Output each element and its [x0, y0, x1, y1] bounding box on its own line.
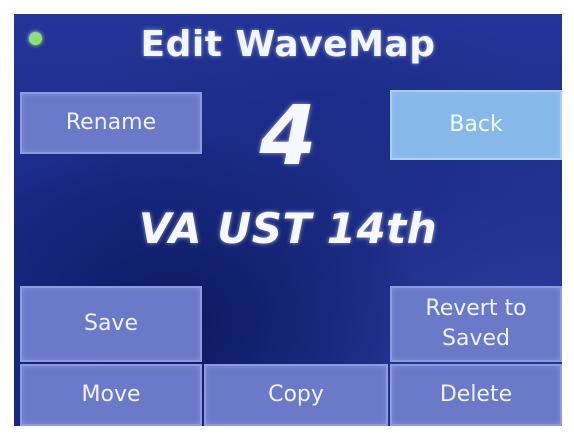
delete-button-label: Delete — [439, 382, 513, 407]
revert-button-label: Revert to Saved — [425, 296, 527, 351]
save-button[interactable]: Save — [20, 286, 202, 362]
copy-button-label: Copy — [268, 382, 324, 407]
wavemap-name: VA UST 14th — [138, 204, 438, 253]
touch-screen: Edit WaveMap Rename 4 Back VA UST 14th S… — [14, 14, 562, 426]
back-button-label: Back — [449, 112, 503, 137]
rename-button-label: Rename — [65, 110, 157, 135]
wavemap-number: 4 — [259, 89, 317, 184]
save-button-label: Save — [83, 311, 138, 336]
device-bezel: Edit WaveMap Rename 4 Back VA UST 14th S… — [0, 0, 574, 434]
move-button[interactable]: Move — [20, 364, 202, 426]
page-title: Edit WaveMap — [140, 24, 436, 65]
rename-button[interactable]: Rename — [20, 92, 202, 154]
delete-button[interactable]: Delete — [390, 364, 562, 426]
back-button[interactable]: Back — [390, 90, 562, 160]
move-button-label: Move — [81, 382, 141, 407]
copy-button[interactable]: Copy — [204, 364, 388, 426]
revert-to-saved-button[interactable]: Revert to Saved — [390, 286, 562, 362]
